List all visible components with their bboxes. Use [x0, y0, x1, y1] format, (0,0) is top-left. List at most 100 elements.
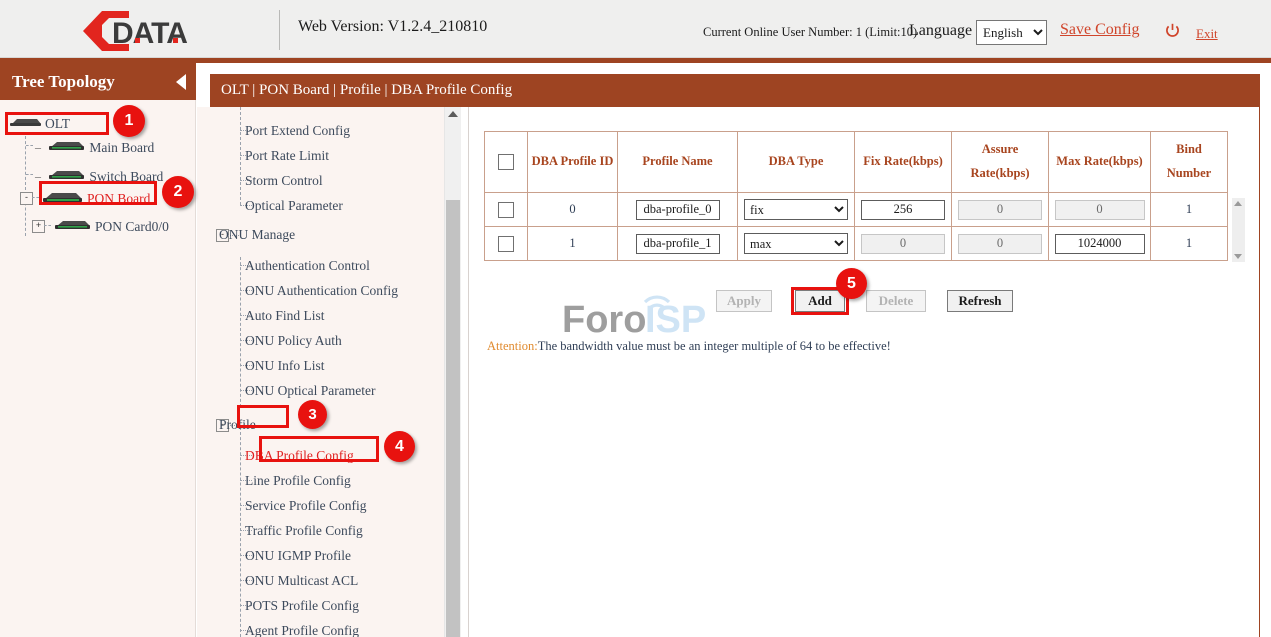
menu-item-auto-find-list[interactable]: Auto Find List: [245, 308, 325, 324]
tree-node-switch-board[interactable]: – Switch Board: [35, 168, 163, 185]
save-config-link[interactable]: Save Config: [1060, 21, 1140, 39]
tree-rail: [25, 136, 26, 236]
cell-fix-rate: [855, 193, 952, 227]
tree-connector: [32, 197, 39, 198]
language-select[interactable]: English: [976, 20, 1047, 45]
row-checkbox[interactable]: [498, 202, 514, 218]
menu-item-authentication-control[interactable]: Authentication Control: [245, 258, 370, 274]
section-menu-panel: Port Extend Config Port Rate Limit Storm…: [197, 107, 444, 637]
tree-node-olt-label: OLT: [45, 116, 70, 131]
menu-item-port-extend-config[interactable]: Port Extend Config: [245, 123, 350, 139]
attention-prefix: Attention:: [487, 339, 538, 353]
power-icon[interactable]: [1165, 23, 1180, 38]
max-rate-input[interactable]: [1055, 234, 1145, 254]
menu-item-agent-profile-config[interactable]: Agent Profile Config: [245, 623, 359, 637]
scroll-down-arrow-icon[interactable]: [1234, 254, 1242, 259]
app-window: DATA Web Version: V1.2.4_210810 Current …: [0, 0, 1271, 637]
menu-item-onu-manage[interactable]: ONU Manage: [219, 227, 295, 243]
profile-name-input[interactable]: [636, 234, 720, 254]
table-scrollbar[interactable]: [1232, 198, 1245, 262]
cdata-logo: DATA: [72, 8, 212, 52]
menu-item-onu-multicast-acl[interactable]: ONU Multicast ACL: [245, 573, 358, 589]
tree-topology-body: OLT – Main Board –: [0, 100, 196, 637]
menu-item-storm-control[interactable]: Storm Control: [245, 173, 323, 189]
menu-item-pots-profile-config[interactable]: POTS Profile Config: [245, 598, 359, 614]
tree-node-pon-board-label: PON Board: [87, 191, 150, 206]
tree-toggle-pon-board[interactable]: -: [20, 192, 33, 205]
cell-dba-type: fix: [738, 193, 855, 227]
tree-node-main-board[interactable]: – Main Board: [35, 139, 154, 156]
menu-item-onu-optical-parameter[interactable]: ONU Optical Parameter: [245, 383, 375, 399]
menu-item-onu-info-list[interactable]: ONU Info List: [245, 358, 325, 374]
select-all-checkbox[interactable]: [498, 154, 514, 170]
online-user-count: Current Online User Number: 1 (Limit:10): [703, 25, 917, 40]
scroll-up-arrow-icon[interactable]: [448, 111, 458, 117]
cell-max-rate: [1049, 227, 1151, 261]
row-checkbox[interactable]: [498, 236, 514, 252]
menu-item-line-profile-config[interactable]: Line Profile Config: [245, 473, 351, 489]
device-icon-switch-board: [46, 168, 86, 185]
menu-scrollbar[interactable]: [444, 107, 461, 637]
cell-max-rate: [1049, 193, 1151, 227]
tree-node-main-board-label: Main Board: [89, 140, 154, 155]
exit-link[interactable]: Exit: [1196, 26, 1218, 42]
table-header-assure-rate: Assure Rate(kbps): [952, 132, 1049, 193]
assure-line2: Rate(kbps): [970, 166, 1029, 180]
dba-profile-table: DBA Profile ID Profile Name DBA Type Fix…: [484, 131, 1228, 261]
header-divider: [279, 10, 280, 50]
cell-fix-rate: [855, 227, 952, 261]
tree-toggle-placeholder: –: [35, 140, 41, 154]
table-header-profile-name: Profile Name: [618, 132, 738, 193]
delete-button[interactable]: Delete: [866, 290, 926, 312]
menu-item-optical-parameter[interactable]: Optical Parameter: [245, 198, 343, 214]
tree-connector: [26, 174, 33, 175]
menu-item-traffic-profile-config[interactable]: Traffic Profile Config: [245, 523, 363, 539]
menu-item-profile[interactable]: Profile: [219, 417, 256, 433]
collapse-sidebar-icon[interactable]: [176, 74, 186, 90]
app-header: DATA Web Version: V1.2.4_210810 Current …: [0, 0, 1271, 58]
tree-node-pon-board[interactable]: PON Board: [40, 190, 150, 208]
cell-bind-number: 1: [1151, 193, 1228, 227]
tree-toggle-pon-card[interactable]: +: [32, 220, 45, 233]
tree-node-olt[interactable]: OLT: [8, 115, 70, 132]
table-header-row: DBA Profile ID Profile Name DBA Type Fix…: [485, 132, 1228, 193]
menu-rail: [240, 257, 241, 407]
device-icon-pon-card: [52, 218, 92, 235]
menu-scrollbar-thumb[interactable]: [446, 200, 460, 637]
menu-item-service-profile-config[interactable]: Service Profile Config: [245, 498, 366, 514]
table-header-bind-number: Bind Number: [1151, 132, 1228, 193]
tree-connector: [26, 145, 33, 146]
row-select-cell: [485, 227, 528, 261]
device-icon-olt: [8, 116, 42, 132]
profile-name-input[interactable]: [636, 200, 720, 220]
table-header-select-all: [485, 132, 528, 193]
tree-node-pon-card-label: PON Card0/0: [95, 219, 169, 234]
menu-item-port-rate-limit[interactable]: Port Rate Limit: [245, 148, 329, 164]
tree-topology-title: Tree Topology: [0, 63, 196, 100]
table-header-dba-profile-id: DBA Profile ID: [528, 132, 618, 193]
dba-type-select[interactable]: fix: [744, 199, 848, 220]
logo-text: DATA: [112, 17, 187, 50]
tree-node-pon-card[interactable]: PON Card0/0: [52, 218, 169, 235]
dba-type-select[interactable]: max: [744, 233, 848, 254]
attention-text: The bandwidth value must be an integer m…: [538, 339, 891, 353]
apply-button[interactable]: Apply: [716, 290, 772, 312]
table-header-dba-type: DBA Type: [738, 132, 855, 193]
row-select-cell: [485, 193, 528, 227]
add-button[interactable]: Add: [795, 290, 845, 312]
refresh-button[interactable]: Refresh: [947, 290, 1013, 312]
attention-note: Attention:The bandwidth value must be an…: [487, 339, 891, 354]
cell-assure-rate: [952, 193, 1049, 227]
menu-item-onu-igmp-profile[interactable]: ONU IGMP Profile: [245, 548, 351, 564]
device-icon-main-board: [46, 139, 86, 156]
scroll-up-arrow-icon[interactable]: [1234, 201, 1242, 206]
fix-rate-input[interactable]: [861, 200, 945, 220]
fix-rate-input: [861, 234, 945, 254]
menu-item-dba-profile-config[interactable]: DBA Profile Config: [245, 448, 354, 464]
tree-toggle-placeholder: –: [35, 169, 41, 183]
device-icon-pon-board: [40, 190, 84, 208]
menu-item-onu-policy-auth[interactable]: ONU Policy Auth: [245, 333, 342, 349]
menu-item-onu-authentication-config[interactable]: ONU Authentication Config: [245, 283, 398, 299]
cell-dba-type: max: [738, 227, 855, 261]
cell-bind-number: 1: [1151, 227, 1228, 261]
